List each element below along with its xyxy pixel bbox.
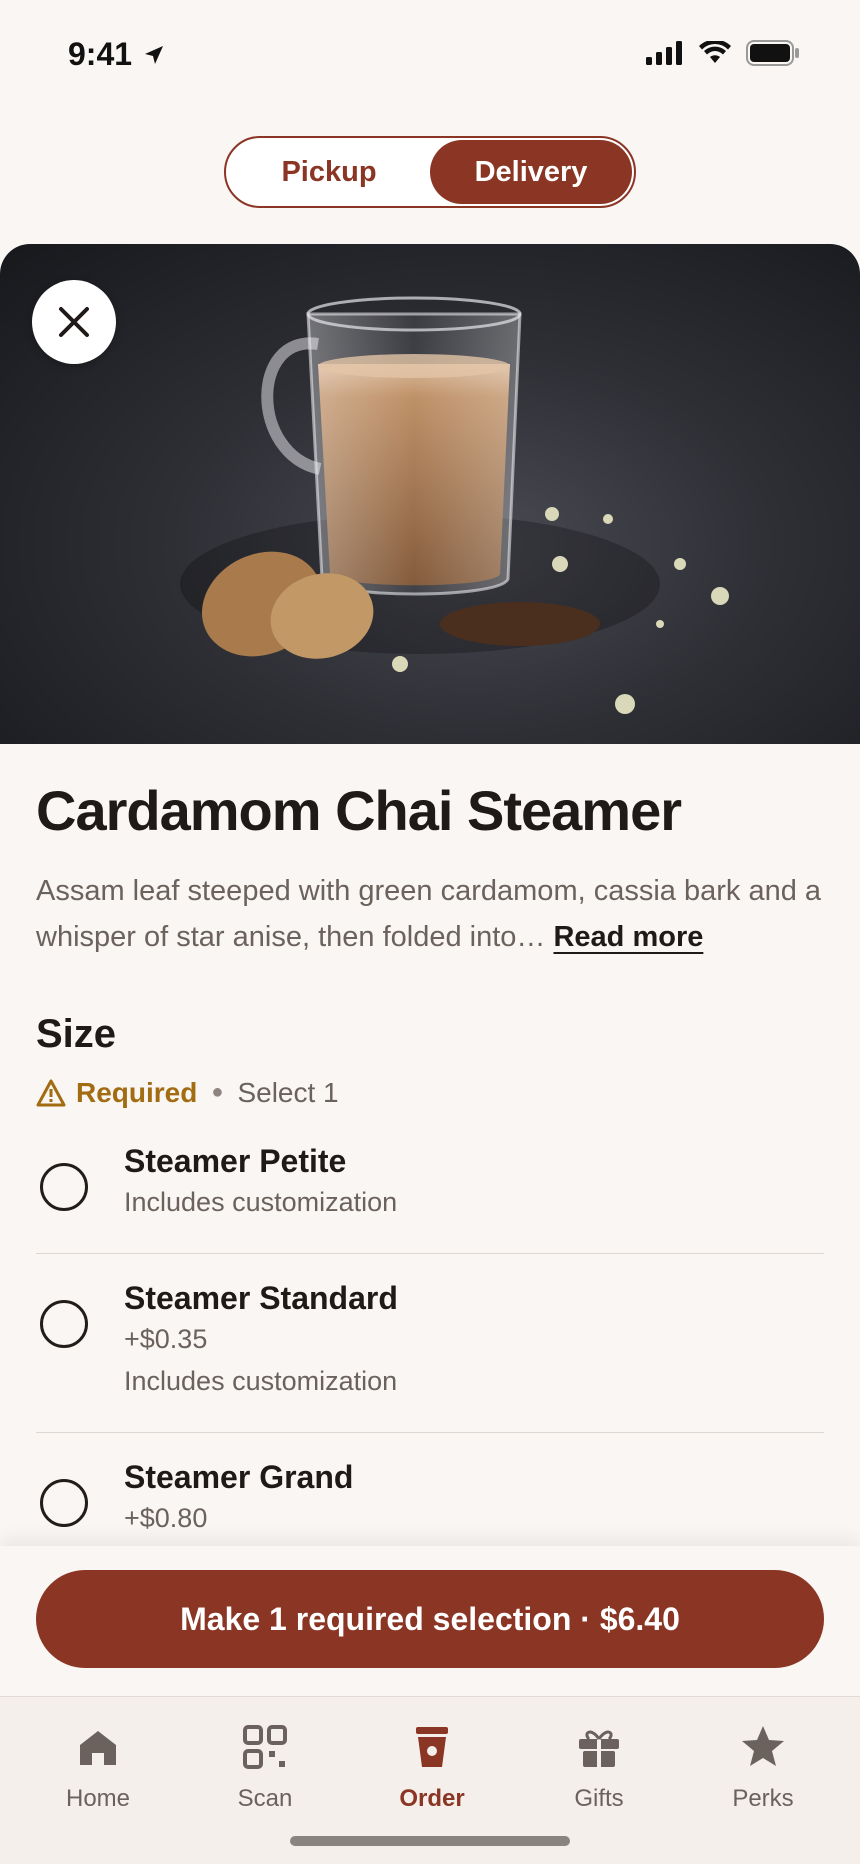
separator-dot: ● xyxy=(211,1081,224,1104)
chai-glass-illustration xyxy=(180,296,729,714)
home-icon xyxy=(80,1731,116,1765)
pickup-tab[interactable]: Pickup xyxy=(228,140,430,204)
product-title: Cardamom Chai Steamer xyxy=(36,779,682,842)
home-indicator xyxy=(290,1836,570,1846)
tab-label: Perks xyxy=(732,1785,794,1812)
size-section-title: Size xyxy=(36,1011,117,1056)
option-price: +$0.35 xyxy=(124,1323,208,1354)
warning-icon xyxy=(36,1079,66,1107)
status-bar: 9:41 xyxy=(0,0,860,110)
size-option-standard[interactable]: Steamer Standard +$0.35 Includes customi… xyxy=(36,1254,824,1433)
fulfillment-toggle: Pickup Delivery xyxy=(224,136,636,208)
close-button[interactable] xyxy=(32,280,116,364)
tab-label: Gifts xyxy=(574,1785,624,1812)
status-time: 9:41 xyxy=(68,36,166,73)
option-text: Steamer Petite Includes customization xyxy=(124,1141,397,1223)
tab-scan[interactable]: Scan xyxy=(195,1723,335,1813)
option-text: Steamer Grand +$0.80 xyxy=(124,1457,353,1539)
select-hint: Select 1 xyxy=(237,1076,339,1108)
close-icon xyxy=(59,307,89,337)
star-icon xyxy=(742,1726,784,1766)
option-note: Includes customization xyxy=(124,1186,398,1217)
option-note: Includes customization xyxy=(124,1365,398,1396)
size-requirement: Required ● Select 1 xyxy=(36,1077,824,1109)
option-text: Steamer Standard +$0.35 Includes customi… xyxy=(124,1278,398,1402)
battery-icon xyxy=(746,40,799,66)
radio-button[interactable] xyxy=(40,1299,88,1348)
cup-icon xyxy=(416,1727,448,1767)
radio-button[interactable] xyxy=(40,1478,88,1527)
gift-icon xyxy=(579,1730,619,1767)
wifi-icon xyxy=(699,41,731,63)
size-options: Steamer Petite Includes customization St… xyxy=(36,1117,824,1569)
required-label: Required xyxy=(76,1076,198,1108)
product-description: Assam leaf steeped with green cardamom, … xyxy=(36,868,824,960)
product-details: Cardamom Chai Steamer Assam leaf steeped… xyxy=(36,780,824,1569)
status-icons xyxy=(646,40,800,66)
option-name: Steamer Grand xyxy=(124,1458,354,1495)
tab-home[interactable]: Home xyxy=(28,1723,168,1813)
tab-label: Home xyxy=(65,1785,131,1812)
signal-icon xyxy=(646,41,682,65)
qr-icon xyxy=(243,1725,287,1769)
delivery-tab[interactable]: Delivery xyxy=(430,140,632,204)
product-image xyxy=(0,244,860,744)
size-option-petite[interactable]: Steamer Petite Includes customization xyxy=(36,1117,824,1254)
read-more-link[interactable]: Read more xyxy=(553,921,703,953)
tab-order[interactable]: Order xyxy=(362,1723,502,1813)
add-to-order-button[interactable]: Make 1 required selection · $6.40 xyxy=(36,1570,824,1668)
tab-label: Scan xyxy=(237,1785,293,1812)
radio-button[interactable] xyxy=(40,1162,88,1211)
cta-panel: Make 1 required selection · $6.40 xyxy=(0,1546,860,1696)
tab-perks[interactable]: Perks xyxy=(693,1723,833,1813)
option-name: Steamer Standard xyxy=(124,1279,398,1316)
tab-gifts[interactable]: Gifts xyxy=(529,1723,669,1813)
time-text: 9:41 xyxy=(68,36,133,72)
option-price: +$0.80 xyxy=(124,1502,208,1533)
option-name: Steamer Petite xyxy=(124,1142,347,1179)
tab-label: Order xyxy=(399,1785,465,1812)
location-arrow-icon xyxy=(145,45,164,64)
